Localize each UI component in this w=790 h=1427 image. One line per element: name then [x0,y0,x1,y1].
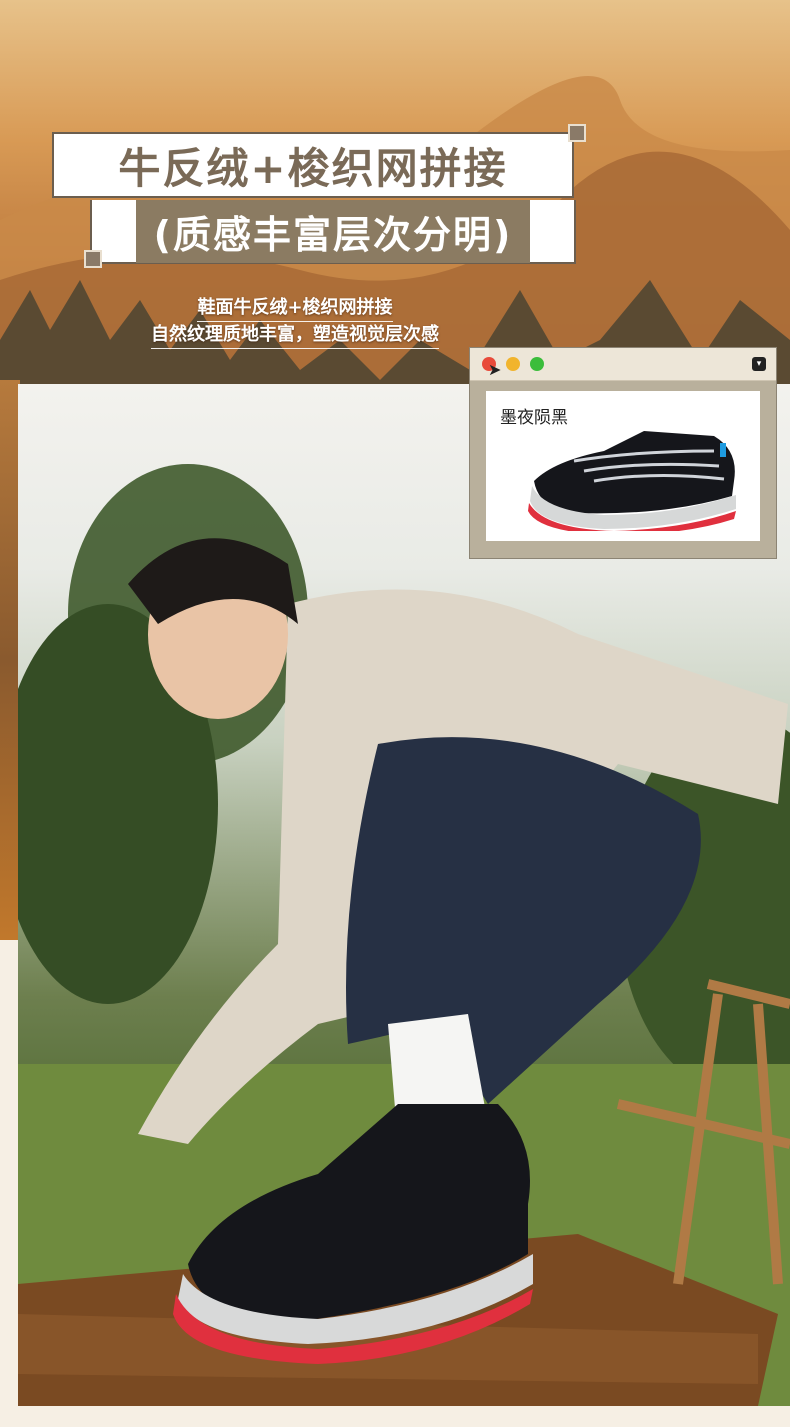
headline-subcard: (质感丰富层次分明) [90,199,576,264]
headline-title: 牛反绒+梭织网拼接 [118,143,508,193]
window-title-bar: ➤ ▾ [470,348,776,381]
dropdown-menu-button[interactable]: ▾ [752,357,766,371]
forest-strip [0,380,20,940]
feature-line-1: 鞋面牛反绒+梭织网拼接 [197,295,393,322]
color-swatch-window: ➤ ▾ 墨夜陨黑 [469,347,777,559]
cursor-icon: ➤ [488,360,502,379]
feature-line-2: 自然纹理质地丰富，塑造视觉层次感 [151,322,439,349]
headline-card: 牛反绒+梭织网拼接 [52,132,574,198]
minimize-button[interactable] [506,357,520,371]
headline-block: 牛反绒+梭织网拼接 (质感丰富层次分明) [52,124,586,268]
maximize-button[interactable] [530,357,544,371]
window-content: 墨夜陨黑 [486,391,760,541]
shoe-thumbnail [528,431,736,531]
corner-square-icon [84,250,102,268]
corner-square-icon [568,124,586,142]
feature-description: 鞋面牛反绒+梭织网拼接 自然纹理质地丰富，塑造视觉层次感 [110,295,480,349]
headline-tagline: (质感丰富层次分明) [135,199,531,263]
